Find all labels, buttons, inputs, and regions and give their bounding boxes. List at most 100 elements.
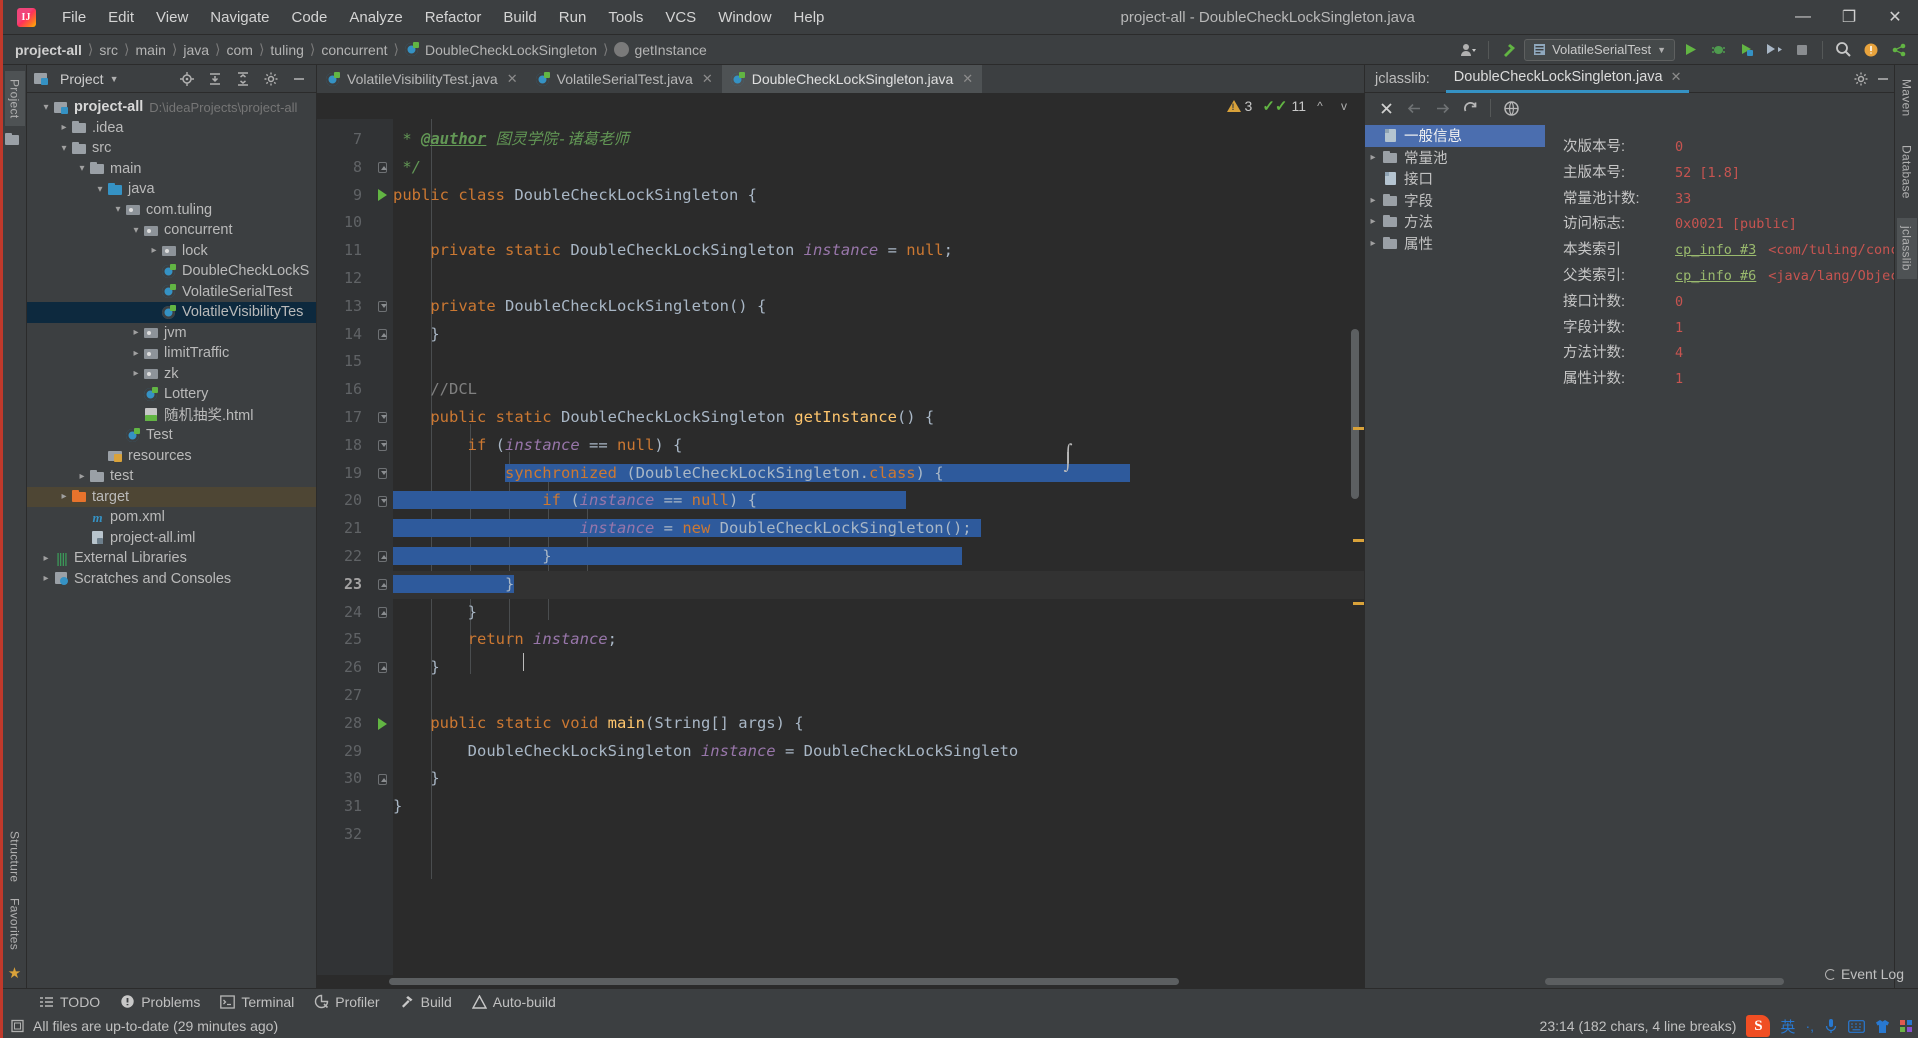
chevron-down-icon[interactable]: ▾ (57, 143, 71, 154)
close-icon[interactable]: ✕ (702, 71, 713, 87)
sidebar-tab-project[interactable]: Project (4, 71, 25, 127)
breadcrumb-java[interactable]: java (179, 40, 213, 60)
menu-refactor[interactable]: Refactor (414, 5, 493, 30)
gutter-marker-line-24[interactable] (371, 599, 393, 627)
expand-all-icon[interactable] (204, 68, 226, 90)
coverage-icon[interactable] (1733, 38, 1759, 62)
close-icon[interactable]: ✕ (507, 71, 518, 87)
tree-item-lock[interactable]: ▸ lock (27, 241, 316, 262)
menu-view[interactable]: View (145, 5, 199, 30)
menu-vcs[interactable]: VCS (654, 5, 707, 30)
editor-horizontal-scrollbar[interactable] (317, 975, 1364, 988)
breadcrumb-tuling[interactable]: tuling (266, 40, 307, 60)
editor-tab-volatileserialtest[interactable]: VolatileSerialTest.java ✕ (527, 65, 722, 93)
chevron-right-icon[interactable]: ▸ (129, 327, 143, 338)
stripe-marker[interactable] (1353, 427, 1364, 430)
weak-warning-group[interactable]: ✓✓ 11 (1262, 97, 1306, 115)
tree-item-concurrent[interactable]: ▾ concurrent (27, 220, 316, 241)
breadcrumb-main[interactable]: main (132, 40, 170, 60)
maximize-button[interactable]: ❐ (1826, 0, 1872, 34)
tree-item-doublechecklocks[interactable]: DoubleCheckLockS (27, 261, 316, 282)
microphone-icon[interactable] (1824, 1018, 1838, 1034)
code-fold-up-icon[interactable] (377, 662, 387, 674)
gear-icon[interactable] (1850, 68, 1872, 90)
bottom-tab-auto-build[interactable]: Auto-build (464, 992, 564, 1012)
status-message-group[interactable]: All files are up-to-date (29 minutes ago… (11, 1018, 278, 1034)
hide-icon[interactable] (288, 68, 310, 90)
run-gutter-icon[interactable] (377, 717, 387, 730)
close-icon[interactable]: ✕ (962, 71, 973, 87)
tree-item-html[interactable]: 随机抽奖.html (27, 405, 316, 426)
minimize-button[interactable]: — (1780, 0, 1826, 34)
chevron-down-icon[interactable]: ▾ (75, 163, 89, 174)
tree-item-limittraffic[interactable]: ▸ limitTraffic (27, 343, 316, 364)
prev-problem-icon[interactable]: ^ (1310, 99, 1330, 113)
gutter-markers[interactable] (371, 119, 393, 975)
browse-icon[interactable] (1498, 96, 1524, 120)
build-hammer-icon[interactable] (1496, 38, 1522, 62)
reload-icon[interactable] (1457, 96, 1483, 120)
code-text-area[interactable]: * @author 图灵学院-诸葛老师 */ public class Doub… (393, 119, 1364, 975)
tree-item-test[interactable]: ▸ test (27, 466, 316, 487)
tree-item-scratches-and-consoles[interactable]: ▸ Scratches and Consoles (27, 569, 316, 590)
code-fold-down-icon[interactable] (377, 412, 387, 424)
settings-icon[interactable] (260, 68, 282, 90)
menu-build[interactable]: Build (492, 5, 547, 30)
gutter-marker-line-22[interactable] (371, 543, 393, 571)
stop-icon[interactable] (1789, 38, 1815, 62)
close-icon[interactable]: ✕ (1671, 64, 1682, 90)
menu-tools[interactable]: Tools (597, 5, 654, 30)
chevron-down-icon[interactable]: ▾ (93, 184, 107, 195)
close-button[interactable]: ✕ (1872, 0, 1918, 34)
tree-item-project-all-iml[interactable]: project-all.iml (27, 528, 316, 549)
tree-item-test[interactable]: Test (27, 425, 316, 446)
breadcrumb-com[interactable]: com (223, 40, 257, 60)
code-fold-down-icon[interactable] (377, 440, 387, 452)
debug-icon[interactable] (1705, 38, 1731, 62)
project-tree[interactable]: ▾ project-all D:\ideaProjects\project-all ▸… (27, 93, 316, 988)
editor-tab-volatilevisibilitytest[interactable]: VolatileVisibilityTest.java ✕ (317, 65, 527, 93)
collapse-all-icon[interactable] (232, 68, 254, 90)
chevron-down-icon[interactable]: ▼ (110, 74, 119, 84)
gutter-marker-line-17[interactable] (371, 404, 393, 432)
chevron-down-icon[interactable]: ▾ (111, 204, 125, 215)
sidebar-tab-jclasslib[interactable]: jclasslib (1896, 218, 1917, 280)
code-fold-up-icon[interactable] (377, 551, 387, 563)
jclasslib-tree-item-5[interactable]: ▸ 属性 (1365, 233, 1545, 255)
stripe-marker[interactable] (1353, 602, 1364, 605)
gutter-marker-line-8[interactable] (371, 154, 393, 182)
menu-navigate[interactable]: Navigate (199, 5, 280, 30)
menu-analyze[interactable]: Analyze (338, 5, 413, 30)
bottom-tab-todo[interactable]: TODO (31, 992, 108, 1012)
menu-file[interactable]: File (51, 5, 97, 30)
ime-mode-label[interactable]: 英 (1780, 1016, 1795, 1037)
gutter-marker-line-14[interactable] (371, 321, 393, 349)
code-fold-up-icon[interactable] (377, 606, 387, 618)
chevron-right-icon[interactable]: ▸ (147, 245, 161, 256)
tree-item-com-tuling[interactable]: ▾ com.tuling (27, 200, 316, 221)
error-stripe[interactable] (1352, 119, 1364, 975)
gutter-marker-line-28[interactable] (371, 710, 393, 738)
tree-item-volatileserialtest[interactable]: VolatileSerialTest (27, 282, 316, 303)
bottom-tab-terminal[interactable]: Terminal (212, 992, 302, 1012)
breadcrumb-src[interactable]: src (95, 40, 122, 60)
gutter-marker-line-30[interactable] (371, 765, 393, 793)
chevron-right-icon[interactable]: ▸ (1365, 195, 1381, 206)
jclasslib-tree-item-1[interactable]: ▸ 常量池 (1365, 147, 1545, 169)
detail-cp-link[interactable]: cp_info #3 (1675, 242, 1756, 258)
sidebar-tab-maven[interactable]: Maven (1897, 71, 1917, 125)
tree-item-main[interactable]: ▾ main (27, 159, 316, 180)
back-arrow-icon[interactable] (1401, 96, 1427, 120)
jclasslib-tree-item-4[interactable]: ▸ 方法 (1365, 211, 1545, 233)
gutter-marker-line-23[interactable] (371, 571, 393, 599)
bottom-tab-profiler[interactable]: Profiler (306, 992, 387, 1012)
code-fold-up-icon[interactable] (377, 579, 387, 591)
tree-item-target[interactable]: ▸ target (27, 486, 316, 507)
account-icon[interactable] (1455, 38, 1481, 62)
sidebar-tab-database[interactable]: Database (1897, 137, 1917, 207)
stripe-marker[interactable] (1353, 539, 1364, 542)
run-gutter-icon[interactable] (377, 189, 387, 202)
run-icon[interactable] (1677, 38, 1703, 62)
chevron-down-icon[interactable]: ▾ (129, 225, 143, 236)
chevron-right-icon[interactable]: ▸ (75, 471, 89, 482)
